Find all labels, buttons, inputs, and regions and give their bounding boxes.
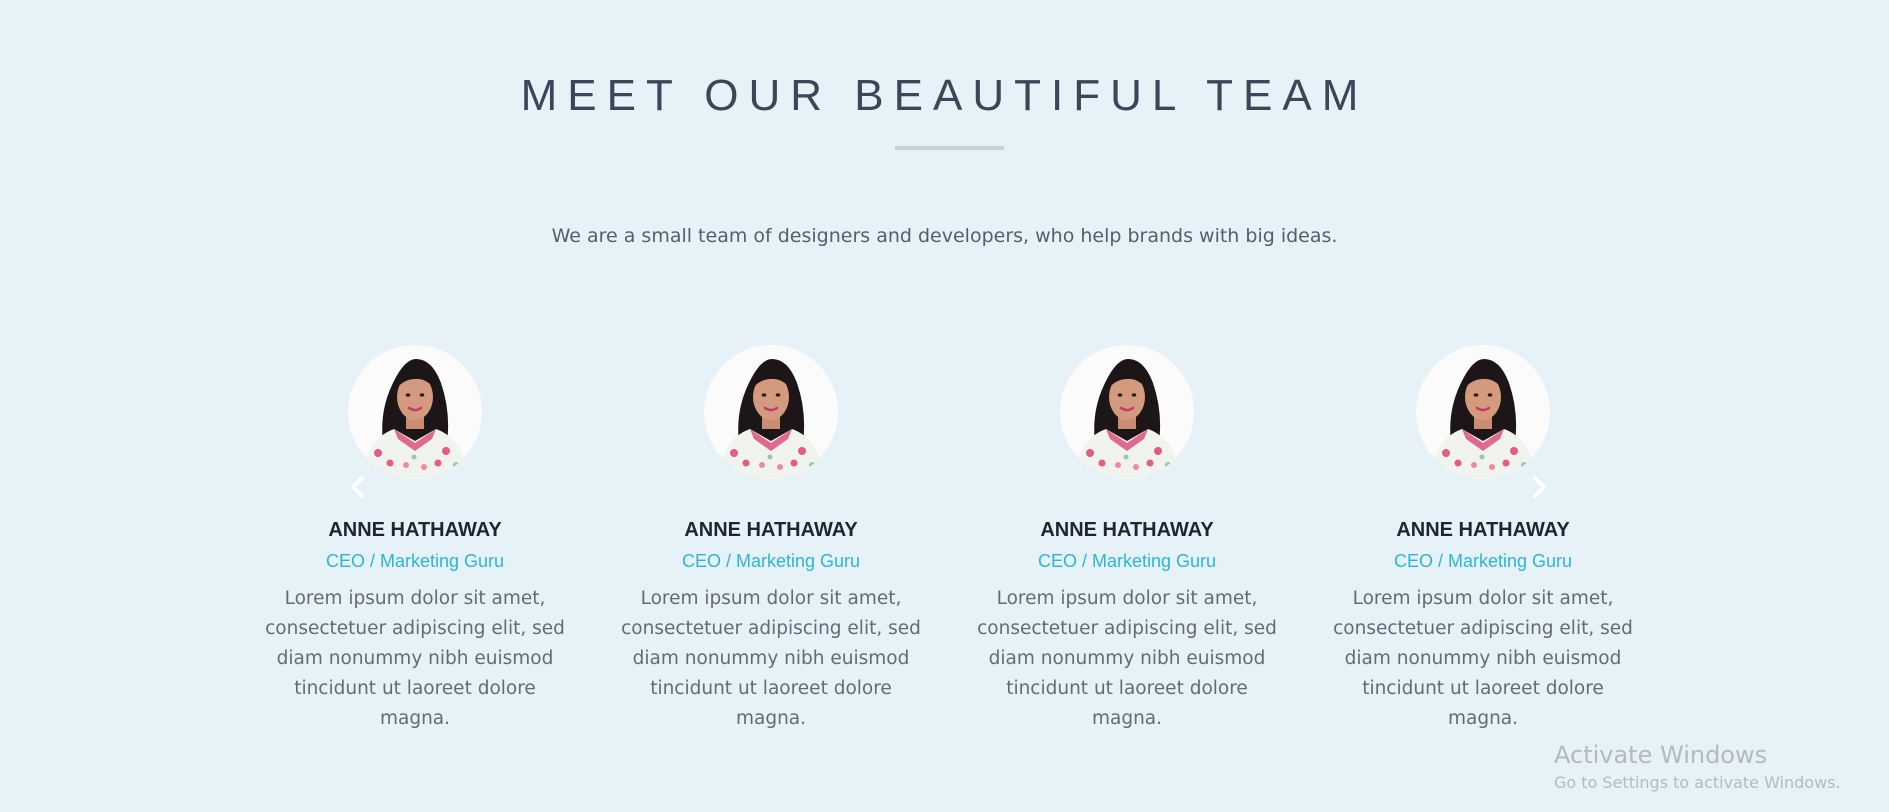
member-role: CEO / Marketing Guru — [325, 551, 505, 571]
member-name: ANNE HATHAWAY — [328, 519, 502, 541]
section-subtitle: We are a small team of designers and dev… — [551, 225, 1338, 247]
watermark-subtitle: Go to Settings to activate Windows. — [1554, 773, 1841, 792]
title-divider — [895, 146, 1004, 150]
member-avatar — [1060, 345, 1194, 479]
member-name: ANNE HATHAWAY — [1396, 519, 1570, 541]
team-member-card: ANNE HATHAWAY CEO / Marketing Guru Lorem… — [972, 345, 1282, 734]
member-avatar — [348, 345, 482, 479]
team-carousel: ANNE HATHAWAY CEO / Marketing Guru Lorem… — [0, 345, 1889, 729]
activate-windows-watermark: Activate Windows Go to Settings to activ… — [1554, 739, 1841, 795]
team-member-card: ANNE HATHAWAY CEO / Marketing Guru Lorem… — [260, 345, 570, 734]
section-title: MEET OUR BEAUTIFUL TEAM — [520, 71, 1369, 120]
member-role: CEO / Marketing Guru — [1037, 551, 1217, 571]
member-bio: Lorem ipsum dolor sit amet, consectetuer… — [977, 588, 1277, 729]
member-avatar — [704, 345, 838, 479]
team-member-card: ANNE HATHAWAY CEO / Marketing Guru Lorem… — [1328, 345, 1638, 734]
member-bio: Lorem ipsum dolor sit amet, consectetuer… — [621, 588, 921, 729]
member-name: ANNE HATHAWAY — [1040, 519, 1214, 541]
watermark-title: Activate Windows — [1554, 741, 1768, 769]
team-member-card: ANNE HATHAWAY CEO / Marketing Guru Lorem… — [616, 345, 926, 734]
member-role: CEO / Marketing Guru — [681, 551, 861, 571]
member-role: CEO / Marketing Guru — [1393, 551, 1573, 571]
member-name: ANNE HATHAWAY — [684, 519, 858, 541]
member-bio: Lorem ipsum dolor sit amet, consectetuer… — [265, 588, 565, 729]
member-bio: Lorem ipsum dolor sit amet, consectetuer… — [1333, 588, 1633, 729]
member-avatar — [1416, 345, 1550, 479]
